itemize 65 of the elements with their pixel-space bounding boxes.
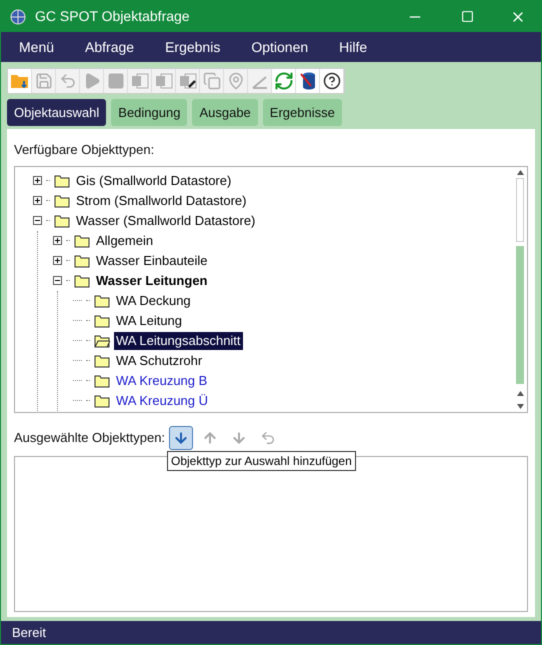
tab[interactable]: Ausgabe [192,99,258,126]
copy-icon [202,72,220,90]
tree-item[interactable]: Wasser (Smallworld Datastore) [74,212,258,230]
folder-icon [54,174,70,188]
stop-icon [106,72,124,90]
folder-icon [54,214,70,228]
pin-icon [226,72,244,90]
tree-item[interactable]: Allgemein [94,232,156,250]
folder-icon [74,274,90,288]
expand-icon[interactable] [53,236,62,245]
refresh-icon [274,71,294,91]
tab[interactable]: Objektauswahl [7,99,106,126]
folder-icon [74,254,90,268]
folder-icon [74,234,90,248]
tree-item[interactable]: Wasser Leitungen [94,272,210,290]
folder-icon [94,374,110,388]
menu-item[interactable]: Hilfe [331,36,376,58]
undo-icon [260,430,276,446]
folder-icon [94,314,110,328]
expand-icon[interactable] [33,176,42,185]
tree-item[interactable]: WA Leitungsabschnitt [114,332,243,350]
tree-item[interactable]: WA Leitung [114,312,184,330]
document-icon [154,72,174,90]
folder-icon [94,394,110,408]
tooltip: Objekttyp zur Auswahl hinzufügen [167,450,356,470]
maximize-icon[interactable] [461,10,474,23]
collapse-icon[interactable] [53,276,62,285]
menu-item[interactable]: Abfrage [77,36,142,58]
tree-item[interactable]: Strom (Smallworld Datastore) [74,192,248,210]
scroll-up-icon[interactable] [516,170,524,174]
folder-icon [10,72,30,90]
folder-icon [94,354,110,368]
folder-icon [94,294,110,308]
scroll-down-icon[interactable] [516,404,524,408]
tree-item[interactable]: WA Deckung [114,292,193,310]
list-action-button[interactable] [169,426,194,450]
scroll-track[interactable] [516,246,524,384]
document-icon [178,72,198,90]
collapse-icon[interactable] [33,216,42,225]
help-icon [322,72,340,90]
expand-icon[interactable] [33,196,42,205]
save-icon [34,72,52,90]
database-icon [298,71,316,91]
tree-item[interactable]: WA Schutzrohr [114,352,204,370]
menu-item[interactable]: Optionen [243,36,316,58]
tree-item[interactable]: WA Kreuzung B [114,372,210,390]
tree-item[interactable]: Wasser Einbauteile [94,252,210,270]
tab[interactable]: Ergebnisse [262,99,342,126]
section-label: Verfügbare Objekttypen: [14,141,156,159]
undo-icon [58,72,76,90]
tree-item[interactable]: WA Kreuzung Ü [114,392,210,410]
menu-item[interactable]: Ergebnis [157,36,228,58]
globe-icon [10,8,26,24]
open-folder-icon [94,334,110,348]
scroll-up-icon[interactable] [516,390,524,396]
folder-icon [54,194,70,208]
scroll-thumb[interactable] [516,178,524,242]
document-icon [130,72,150,90]
status-text: Bereit [12,624,46,642]
tree-item[interactable]: Gis (Smallworld Datastore) [74,172,234,190]
window-title: GC SPOT Objektabfrage [35,7,190,26]
expand-icon[interactable] [53,256,62,265]
tab[interactable]: Bedingung [111,99,188,126]
section-label: Ausgewählte Objekttypen: [14,428,166,447]
menu-item[interactable]: Menü [11,36,62,58]
